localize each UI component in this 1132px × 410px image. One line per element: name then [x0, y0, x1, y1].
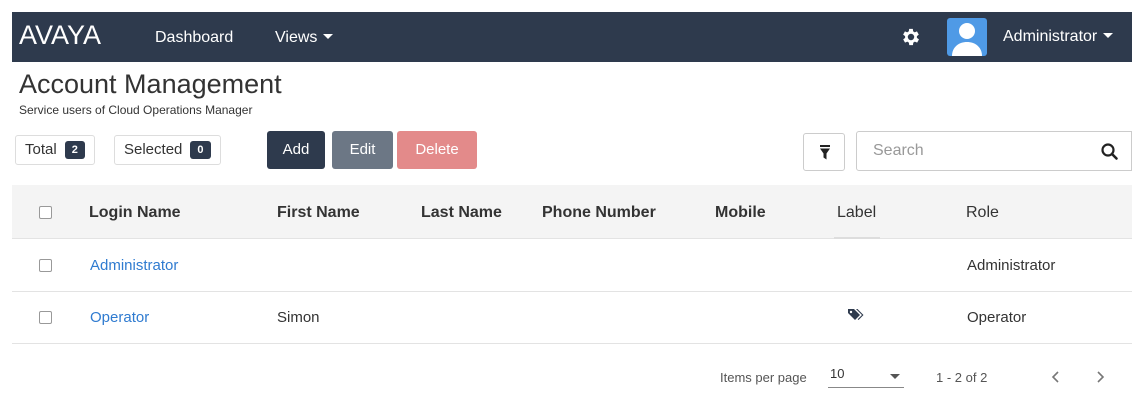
column-last-name[interactable]: Last Name — [421, 203, 502, 223]
search-button[interactable] — [1089, 131, 1132, 171]
user-avatar-icon[interactable] — [947, 18, 987, 56]
filter-button[interactable] — [803, 133, 845, 171]
role-cell: Operator — [967, 309, 1027, 326]
avaya-logo[interactable]: AVAYA — [19, 20, 101, 50]
selected-badge: 0 — [190, 141, 211, 159]
column-login-name[interactable]: Login Name — [89, 203, 181, 223]
pagination-range: 1 - 2 of 2 — [936, 370, 988, 385]
search-icon — [1101, 143, 1118, 160]
accounts-table: Login Name First Name Last Name Phone Nu… — [12, 185, 1132, 410]
page-subtitle: Service users of Cloud Operations Manage… — [19, 103, 253, 117]
total-label: Total — [25, 141, 57, 158]
row-checkbox[interactable] — [39, 259, 52, 272]
column-first-name[interactable]: First Name — [277, 203, 360, 223]
chevron-left-icon[interactable] — [1046, 365, 1066, 389]
add-button[interactable]: Add — [267, 131, 325, 169]
search-input[interactable] — [856, 131, 1090, 171]
column-mobile[interactable]: Mobile — [715, 203, 766, 223]
items-per-page-select[interactable]: 10 — [828, 364, 904, 388]
tags-icon[interactable] — [847, 307, 865, 328]
label-column-divider — [834, 237, 880, 239]
edit-button[interactable]: Edit — [332, 131, 393, 169]
caret-down-icon — [323, 34, 334, 40]
items-per-page-label: Items per page — [720, 370, 807, 385]
caret-down-icon — [1103, 33, 1114, 39]
column-phone-number[interactable]: Phone Number — [542, 203, 656, 223]
chevron-right-icon[interactable] — [1090, 365, 1110, 389]
items-per-page-value: 10 — [830, 366, 845, 381]
delete-button[interactable]: Delete — [397, 131, 477, 169]
selected-counter: Selected 0 — [114, 135, 221, 165]
row-checkbox[interactable] — [39, 311, 52, 324]
role-cell: Administrator — [967, 257, 1056, 274]
filter-icon — [820, 145, 830, 160]
user-menu-label: Administrator — [1003, 28, 1098, 45]
user-menu-dropdown[interactable]: Administrator — [1003, 28, 1114, 46]
nav-views-dropdown[interactable]: Views — [275, 28, 334, 48]
top-navbar: AVAYA Dashboard Views Administrator — [12, 12, 1132, 62]
table-row[interactable]: Administrator Administrator — [12, 240, 1132, 292]
total-badge: 2 — [64, 141, 85, 159]
nav-views-label: Views — [275, 29, 318, 46]
caret-down-icon — [890, 374, 900, 379]
select-all-checkbox[interactable] — [39, 206, 52, 219]
column-role[interactable]: Role — [966, 203, 999, 223]
nav-dashboard[interactable]: Dashboard — [155, 28, 233, 48]
gear-icon[interactable] — [900, 26, 922, 48]
total-counter: Total 2 — [15, 135, 95, 165]
login-name-link[interactable]: Operator — [90, 309, 149, 327]
page-title: Account Management — [19, 69, 282, 99]
table-header: Login Name First Name Last Name Phone Nu… — [12, 185, 1132, 239]
pagination-footer: Items per page 10 1 - 2 of 2 — [12, 344, 1132, 410]
table-row[interactable]: Operator Simon Operator — [12, 292, 1132, 344]
selected-label: Selected — [124, 141, 183, 158]
login-name-link[interactable]: Administrator — [90, 257, 178, 275]
column-label[interactable]: Label — [837, 203, 876, 223]
first-name-cell: Simon — [277, 309, 320, 326]
